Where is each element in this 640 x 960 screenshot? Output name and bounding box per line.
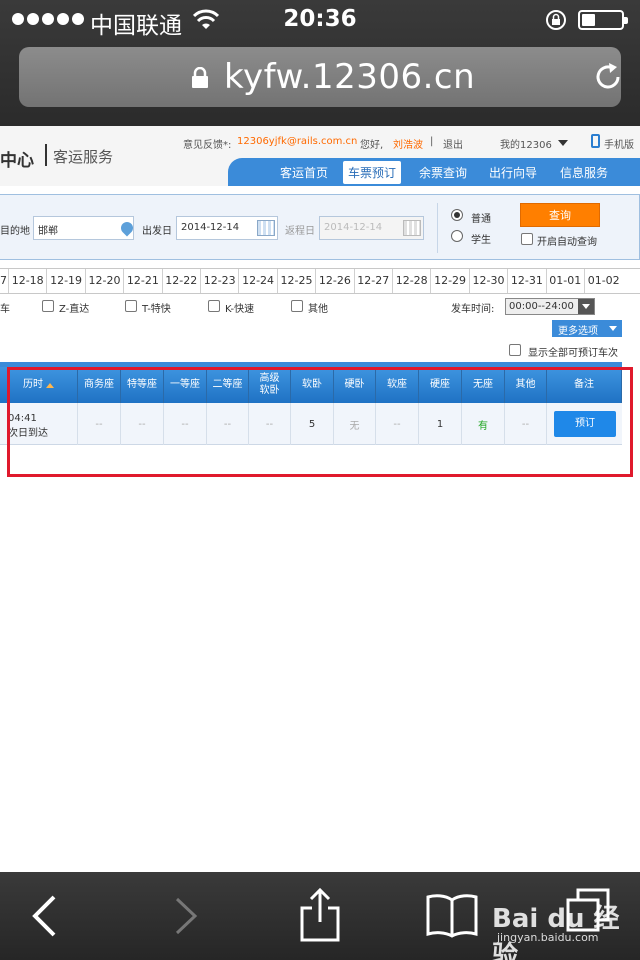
main-nav: 客运首页 车票预订 余票查询 出行向导 信息服务 xyxy=(228,158,640,186)
filter-k-label: K-快速 xyxy=(225,304,255,315)
location-pin-icon[interactable] xyxy=(118,219,136,237)
logo-subtitle: 客运服务 xyxy=(53,148,114,166)
date-tab[interactable]: 12-21 xyxy=(123,269,161,293)
more-options-label: 更多选项 xyxy=(558,326,598,337)
date-tab[interactable]: 12-19 xyxy=(46,269,84,293)
date-tab[interactable]: 7 xyxy=(0,269,8,293)
depart-time-value: 00:00--24:00 xyxy=(509,301,574,312)
logout-link[interactable]: 退出 xyxy=(443,136,463,151)
date-tab[interactable]: 01-02 xyxy=(584,269,622,293)
highlight-box xyxy=(7,367,633,477)
date-tab[interactable]: 12-30 xyxy=(468,269,507,293)
forward-arrow-icon[interactable] xyxy=(174,896,200,936)
bookmarks-icon[interactable] xyxy=(425,892,479,938)
date-tab[interactable]: 12-25 xyxy=(276,269,315,293)
nav-item-info-service[interactable]: 信息服务 xyxy=(560,164,608,181)
destination-label: 目的地 xyxy=(0,226,30,237)
date-tab[interactable]: 12-29 xyxy=(430,269,468,293)
filter-z-label: Z-直达 xyxy=(59,304,90,315)
date-strip: 7 12-18 12-19 12-20 12-21 12-22 12-23 12-24 12-2… xyxy=(0,268,640,294)
logo: 中心 xyxy=(0,151,34,171)
date-tab[interactable]: 12-22 xyxy=(161,269,200,293)
depart-date-label: 出发日 xyxy=(142,226,172,237)
feedback-email-link[interactable]: 12306yjfk@rails.com.cn xyxy=(237,136,357,147)
date-tab[interactable]: 12-24 xyxy=(238,269,276,293)
url-text: kyfw.12306.cn xyxy=(224,57,476,97)
baidu-watermark-url: jingyan.baidu.com xyxy=(497,931,599,944)
query-button[interactable]: 查询 xyxy=(520,203,600,227)
browser-chrome: 中国联通 20:36 kyfw.12306.cn xyxy=(0,0,640,126)
filter-other-checkbox[interactable] xyxy=(291,300,303,312)
chevron-down-icon[interactable] xyxy=(558,140,568,146)
user-name-link[interactable]: 刘浩波 xyxy=(393,136,423,151)
greeting-text: 您好, xyxy=(360,140,384,151)
nav-item-remaining-tickets[interactable]: 余票查询 xyxy=(419,164,467,181)
auto-query-checkbox[interactable] xyxy=(521,233,533,245)
more-options-button[interactable]: 更多选项 xyxy=(552,320,622,337)
feedback-label: 意见反馈*: xyxy=(183,140,232,151)
battery-level xyxy=(582,14,595,26)
filter-other-label: 其他 xyxy=(308,304,328,315)
calendar-icon-disabled xyxy=(403,220,421,236)
depart-time-label: 发车时间: xyxy=(451,304,495,315)
show-all-label: 显示全部可预订车次 xyxy=(528,348,618,359)
url-bar[interactable]: kyfw.12306.cn xyxy=(19,47,621,107)
battery-icon xyxy=(578,10,628,30)
show-all-checkbox[interactable] xyxy=(509,344,521,356)
ticket-type-normal-label: 普通 xyxy=(471,214,491,225)
return-date-label: 返程日 xyxy=(285,226,315,237)
baidu-watermark: Bai du 经验 xyxy=(492,904,620,960)
ticket-type-student-radio[interactable] xyxy=(451,230,463,242)
date-tab[interactable]: 12-27 xyxy=(353,269,392,293)
logo-divider xyxy=(45,144,47,166)
date-tab[interactable]: 12-28 xyxy=(392,269,430,293)
panel-divider xyxy=(437,203,438,253)
lock-icon xyxy=(192,67,208,88)
calendar-icon[interactable] xyxy=(257,220,275,236)
filter-z-checkbox[interactable] xyxy=(42,300,54,312)
filter-k-checkbox[interactable] xyxy=(208,300,220,312)
date-tab[interactable]: 12-20 xyxy=(84,269,123,293)
my-account-link[interactable]: 我的12306 xyxy=(500,136,552,151)
date-tab[interactable]: 12-23 xyxy=(200,269,238,293)
search-panel: 目的地 邯郸 出发日 2014-12-14 返程日 2014-12-14 普通 … xyxy=(0,194,640,260)
site-header: 中心 客运服务 意见反馈*: 12306yjfk@rails.com.cn 您好… xyxy=(0,126,640,186)
return-date-value: 2014-12-14 xyxy=(324,222,383,233)
chevron-down-icon xyxy=(578,299,594,314)
date-tab[interactable]: 01-01 xyxy=(545,269,584,293)
auto-query-label: 开启自动查询 xyxy=(537,237,597,248)
destination-input[interactable]: 邯郸 xyxy=(33,216,136,240)
share-icon[interactable] xyxy=(300,886,340,942)
nav-item-ticket-booking[interactable]: 车票预订 xyxy=(343,161,402,184)
triangle-down-icon xyxy=(609,326,617,331)
separator-text: | xyxy=(430,136,434,147)
ticket-type-student-label: 学生 xyxy=(471,235,491,246)
rotation-lock-icon xyxy=(546,10,566,30)
date-tab[interactable]: 12-31 xyxy=(507,269,545,293)
mobile-phone-icon xyxy=(591,134,600,148)
ticket-type-normal-radio[interactable] xyxy=(451,209,463,221)
filter-t-checkbox[interactable] xyxy=(125,300,137,312)
reload-icon[interactable] xyxy=(592,61,624,93)
back-arrow-icon[interactable] xyxy=(30,894,58,938)
date-tab[interactable]: 12-18 xyxy=(8,269,46,293)
nav-item-home[interactable]: 客运首页 xyxy=(280,164,328,181)
depart-date-value: 2014-12-14 xyxy=(181,222,240,233)
depart-date-input[interactable]: 2014-12-14 xyxy=(176,216,278,240)
filter-row: 车 Z-直达 T-特快 K-快速 其他 发车时间: 00:00--24:00 xyxy=(0,294,640,320)
filter-t-label: T-特快 xyxy=(142,304,171,315)
train-type-label: 车 xyxy=(0,304,10,315)
depart-time-select[interactable]: 00:00--24:00 xyxy=(505,298,595,315)
date-tab[interactable]: 12-26 xyxy=(315,269,353,293)
return-date-input[interactable]: 2014-12-14 xyxy=(319,216,424,240)
status-bar: 中国联通 20:36 xyxy=(0,0,640,40)
nav-item-travel-guide[interactable]: 出行向导 xyxy=(489,164,537,181)
mobile-version-link[interactable]: 手机版 xyxy=(604,136,634,151)
destination-value: 邯郸 xyxy=(38,226,58,237)
